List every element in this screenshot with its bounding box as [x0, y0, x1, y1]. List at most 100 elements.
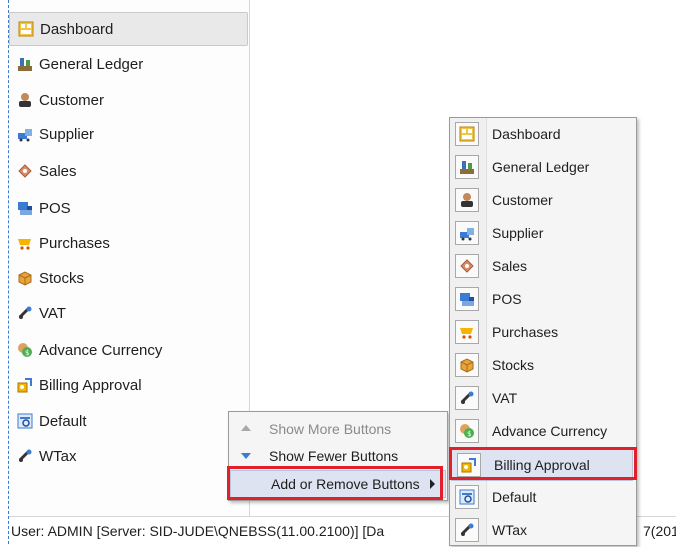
pos-icon: [17, 200, 33, 216]
sidebar-item-label: Stocks: [39, 269, 85, 287]
checked-frame: [455, 485, 479, 509]
vat-icon: [459, 390, 475, 406]
sidebar-item-billing-approval[interactable]: Billing Approval: [9, 369, 247, 401]
vat-icon: [17, 305, 33, 321]
sidebar-item-label: Sales: [39, 162, 77, 180]
checked-frame: [455, 287, 479, 311]
sidebar-item-wtax[interactable]: WTax: [9, 440, 247, 472]
submenu-item-customer[interactable]: Customer: [450, 184, 636, 217]
sidebar-item-label: POS: [39, 199, 71, 217]
submenu-item-label: Customer: [492, 192, 553, 208]
submenu-item-label: Sales: [492, 258, 528, 274]
show-fewer-label: Show Fewer Buttons: [269, 448, 399, 464]
sidebar-item-purchases[interactable]: Purchases: [9, 227, 247, 259]
submenu-item-sales[interactable]: Sales: [450, 250, 636, 283]
wtax-icon: [17, 448, 33, 464]
sales-icon: [459, 258, 475, 274]
sidebar-item-label: Dashboard: [40, 20, 114, 38]
wtax-icon: [459, 522, 475, 538]
sales-icon: [17, 163, 33, 179]
show-more-buttons-item[interactable]: Show More Buttons: [229, 416, 447, 442]
checked-frame: [455, 188, 479, 212]
submenu-item-label: Default: [492, 489, 537, 505]
submenu-item-label: General Ledger: [492, 159, 590, 175]
status-text-tail: 7(201: [643, 523, 676, 539]
submenu-item-wtax[interactable]: WTax: [450, 514, 636, 547]
pos-icon: [459, 291, 475, 307]
sidebar-item-advance-currency[interactable]: $ Advance Currency: [9, 334, 247, 366]
submenu-item-label: Purchases: [492, 324, 559, 340]
submenu-item-label: Advance Currency: [492, 423, 608, 439]
sidebar-item-default[interactable]: Default: [9, 405, 247, 437]
submenu-item-supplier[interactable]: Supplier: [450, 217, 636, 250]
stocks-icon: [459, 357, 475, 373]
checked-frame: $: [455, 419, 479, 443]
submenu-item-label: POS: [492, 291, 522, 307]
submenu-item-general-ledger[interactable]: General Ledger: [450, 151, 636, 184]
stocks-icon: [17, 270, 33, 286]
submenu-item-purchases[interactable]: Purchases: [450, 316, 636, 349]
sidebar-item-sales[interactable]: Sales: [9, 155, 247, 187]
currency-icon: $: [459, 423, 475, 439]
status-text: User: ADMIN [Server: SID-JUDE\QNEBSS(11.…: [11, 523, 385, 539]
dashboard-icon: [18, 21, 34, 37]
highlight-box-add-remove: [227, 466, 443, 500]
supplier-icon: [459, 225, 475, 241]
sidebar-item-label: Default: [39, 412, 87, 430]
submenu-item-label: VAT: [492, 390, 518, 406]
submenu-item-label: Supplier: [492, 225, 544, 241]
submenu-item-label: Dashboard: [492, 126, 561, 142]
sidebar-item-general-ledger[interactable]: General Ledger: [9, 48, 247, 80]
checked-frame: [455, 518, 479, 542]
ledger-icon: [459, 159, 475, 175]
svg-text:$: $: [25, 349, 29, 357]
highlight-box-billing-approval: [449, 447, 637, 480]
customer-icon: [17, 92, 33, 108]
arrow-up-icon: [239, 422, 253, 436]
checked-frame: [455, 320, 479, 344]
sidebar-item-label: Advance Currency: [39, 341, 163, 359]
checked-frame: [455, 386, 479, 410]
checked-frame: [455, 221, 479, 245]
sidebar-item-vat[interactable]: VAT: [9, 297, 247, 329]
supplier-icon: [17, 126, 33, 142]
sidebar-item-customer[interactable]: Customer: [9, 84, 247, 116]
submenu-item-stocks[interactable]: Stocks: [450, 349, 636, 382]
purchases-icon: [459, 324, 475, 340]
currency-icon: $: [17, 342, 33, 358]
submenu-item-dashboard[interactable]: Dashboard: [450, 118, 636, 151]
sidebar-item-supplier[interactable]: Supplier: [9, 118, 247, 150]
navigation-sidebar: Dashboard General Ledger Customer Suppli…: [9, 0, 250, 516]
submenu-item-default[interactable]: Default: [450, 481, 636, 514]
submenu-item-pos[interactable]: POS: [450, 283, 636, 316]
sidebar-item-label: WTax: [39, 447, 77, 465]
sidebar-item-label: Customer: [39, 91, 105, 109]
sidebar-item-stocks[interactable]: Stocks: [9, 262, 247, 294]
checked-frame: [455, 353, 479, 377]
sidebar-item-label: Billing Approval: [39, 376, 142, 394]
purchases-icon: [17, 235, 33, 251]
arrow-down-icon: [239, 449, 253, 463]
sidebar-item-label: Supplier: [39, 125, 95, 143]
checked-frame: [455, 155, 479, 179]
submenu-item-vat[interactable]: VAT: [450, 382, 636, 415]
default-icon: [17, 413, 33, 429]
billing-icon: [17, 377, 33, 393]
dashboard-icon: [459, 126, 475, 142]
ledger-icon: [17, 56, 33, 72]
checked-frame: [455, 122, 479, 146]
submenu-item-label: WTax: [492, 522, 527, 538]
sidebar-item-dashboard[interactable]: Dashboard: [9, 12, 248, 46]
add-remove-submenu: Dashboard General Ledger Customer Suppli…: [449, 117, 637, 546]
sidebar-item-label: Purchases: [39, 234, 110, 252]
submenu-item-label: Stocks: [492, 357, 535, 373]
default-icon: [459, 489, 475, 505]
sidebar-item-label: General Ledger: [39, 55, 144, 73]
checked-frame: [455, 254, 479, 278]
sidebar-item-pos[interactable]: POS: [9, 192, 247, 224]
show-more-label: Show More Buttons: [269, 421, 392, 437]
svg-text:$: $: [467, 430, 471, 438]
submenu-item-advance-currency[interactable]: $ Advance Currency: [450, 415, 636, 448]
sidebar-item-label: VAT: [39, 304, 66, 322]
customer-icon: [459, 192, 475, 208]
